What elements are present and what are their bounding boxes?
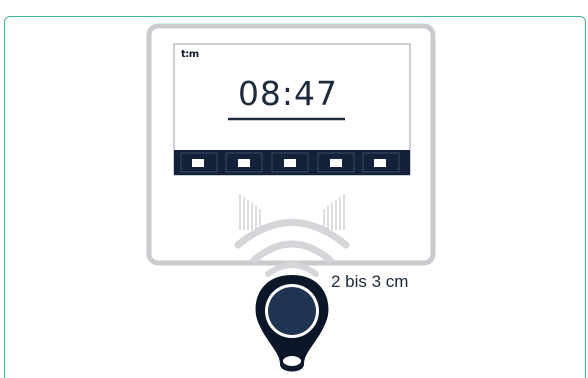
key-fob-face-inner [268, 287, 316, 335]
key-fob-icon [255, 275, 329, 372]
brand-logo: t:m [181, 49, 199, 60]
distance-label: 2 bis 3 cm [331, 272, 409, 291]
function-key-2-marker [238, 159, 250, 167]
function-keys [180, 152, 400, 173]
key-fob-ring-hole [283, 356, 301, 366]
illustration-canvas: t:m 08:47 2 bis 3 cm [0, 0, 588, 378]
function-key-5-marker [374, 159, 386, 167]
function-key-1-marker [192, 159, 204, 167]
function-key-3-marker [284, 159, 296, 167]
function-key-4-marker [330, 159, 342, 167]
terminal-illustration [146, 23, 436, 372]
time-display: 08:47 [237, 74, 339, 113]
